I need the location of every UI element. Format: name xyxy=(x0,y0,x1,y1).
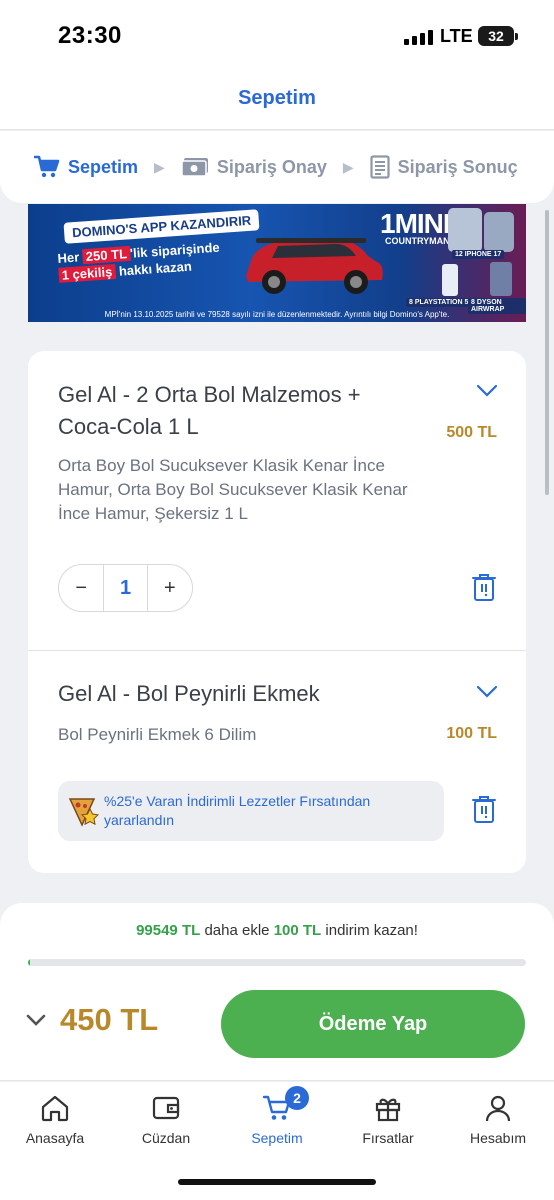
decrease-button[interactable]: − xyxy=(59,577,103,600)
discount-progress-bar xyxy=(28,959,526,966)
network-type: LTE xyxy=(440,26,473,46)
money-icon xyxy=(181,158,208,177)
status-bar: 23:30 LTE 32 xyxy=(0,0,554,72)
promo-banner[interactable]: DOMINO'S APP KAZANDIRIR Her 250 TL'lik s… xyxy=(28,204,526,322)
wallet-icon xyxy=(152,1096,180,1120)
home-indicator xyxy=(178,1179,376,1185)
tab-label: Fırsatlar xyxy=(362,1130,414,1146)
cart-item: Gel Al - Bol Peynirli Ekmek 100 TL Bol P… xyxy=(28,652,526,873)
tab-wallet[interactable]: Cüzdan xyxy=(111,1094,221,1146)
gift-icon xyxy=(375,1098,401,1122)
tab-home[interactable]: Anasayfa xyxy=(0,1094,110,1146)
cart-count-badge: 2 xyxy=(285,1086,309,1110)
promo-notice: %25'e Varan İndirimli Lezzetler Fırsatın… xyxy=(58,781,444,841)
phone-image xyxy=(448,208,482,252)
banner-badge: DOMINO'S APP KAZANDIRIR xyxy=(63,209,260,244)
user-icon xyxy=(485,1095,511,1122)
tab-cart[interactable]: 2 Sepetim xyxy=(222,1086,332,1146)
tab-label: Sepetim xyxy=(251,1130,303,1146)
banner-text: Her 250 TL'lik siparişinde 1 çekiliş hak… xyxy=(57,239,221,283)
tab-label: Cüzdan xyxy=(141,1130,191,1146)
item-name: Gel Al - 2 Orta Bol Malzemos + Coca-Cola… xyxy=(58,382,361,439)
tab-label: Anasayfa xyxy=(25,1130,85,1146)
item-description: Bol Peynirli Ekmek 6 Dilim xyxy=(58,725,257,744)
quantity-stepper: − 1 + xyxy=(58,564,193,612)
cart-icon xyxy=(34,155,60,178)
cart-items-card: Gel Al - 2 Orta Bol Malzemos + Coca-Cola… xyxy=(28,351,526,873)
checkout-steps: Sepetim ▶ Sipariş Onay ▶ Sipariş Sonuç xyxy=(0,131,554,203)
trash-icon[interactable] xyxy=(471,794,497,824)
item-name: Gel Al - Bol Peynirli Ekmek xyxy=(58,681,320,706)
trash-icon[interactable] xyxy=(471,572,497,602)
home-icon xyxy=(41,1095,69,1122)
car-image xyxy=(246,238,383,294)
title-bar: Sepetim xyxy=(0,72,554,130)
chevron-right-icon: ▶ xyxy=(154,158,165,175)
tab-account[interactable]: Hesabım xyxy=(443,1094,553,1146)
step-label: Sepetim xyxy=(68,156,139,177)
status-time: 23:30 xyxy=(58,22,122,49)
item-price: 100 TL xyxy=(446,725,497,742)
signal-icon xyxy=(404,30,433,45)
step-label: Sipariş Sonuç xyxy=(397,156,518,177)
cart-item: Gel Al - 2 Orta Bol Malzemos + Coca-Cola… xyxy=(28,351,526,651)
checkout-panel: 99549 TL daha ekle 100 TL indirim kazan!… xyxy=(0,903,554,1081)
total-price: 450 TL xyxy=(60,1002,159,1037)
quantity-value: 1 xyxy=(103,565,148,611)
chevron-down-icon[interactable] xyxy=(476,685,498,699)
banner-footnote: MPİ'nin 13.10.2025 tarihli ve 79528 sayı… xyxy=(104,310,450,319)
tab-deals[interactable]: Fırsatlar xyxy=(333,1094,443,1146)
battery-icon: 32 xyxy=(478,26,518,46)
progress-fill xyxy=(28,959,31,966)
chevron-down-icon[interactable] xyxy=(26,1014,46,1026)
prize-phone-label: 12 IPHONE 17 xyxy=(452,250,505,259)
increase-button[interactable]: + xyxy=(148,577,192,600)
tab-label: Hesabım xyxy=(469,1130,527,1146)
pizza-star-icon xyxy=(68,798,100,827)
item-description: Orta Boy Bol Sucuksever Klasik Kenar İnc… xyxy=(58,456,408,523)
prize-title: 1MINI COUNTRYMAN xyxy=(380,208,451,246)
chevron-down-icon[interactable] xyxy=(476,384,498,398)
step-confirm[interactable]: Sipariş Onay xyxy=(181,157,327,178)
discount-message: 99549 TL daha ekle 100 TL indirim kazan! xyxy=(136,922,418,939)
pay-button[interactable]: Ödeme Yap xyxy=(221,990,525,1058)
phone-image xyxy=(484,212,514,252)
step-cart[interactable]: Sepetim xyxy=(34,155,138,179)
item-price: 500 TL xyxy=(446,424,497,441)
chevron-right-icon: ▶ xyxy=(342,158,354,175)
receipt-icon xyxy=(370,155,390,179)
scrollbar[interactable] xyxy=(545,210,549,495)
page-title: Sepetim xyxy=(238,87,316,109)
dryer-image xyxy=(490,262,512,296)
step-label: Sipariş Onay xyxy=(216,156,327,177)
step-result[interactable]: Sipariş Sonuç xyxy=(370,155,518,179)
promo-text: %25'e Varan İndirimli Lezzetler Fırsatın… xyxy=(104,793,371,828)
console-image xyxy=(442,264,458,296)
prize-ps-label: 8 PLAYSTATION 5 xyxy=(406,298,472,307)
